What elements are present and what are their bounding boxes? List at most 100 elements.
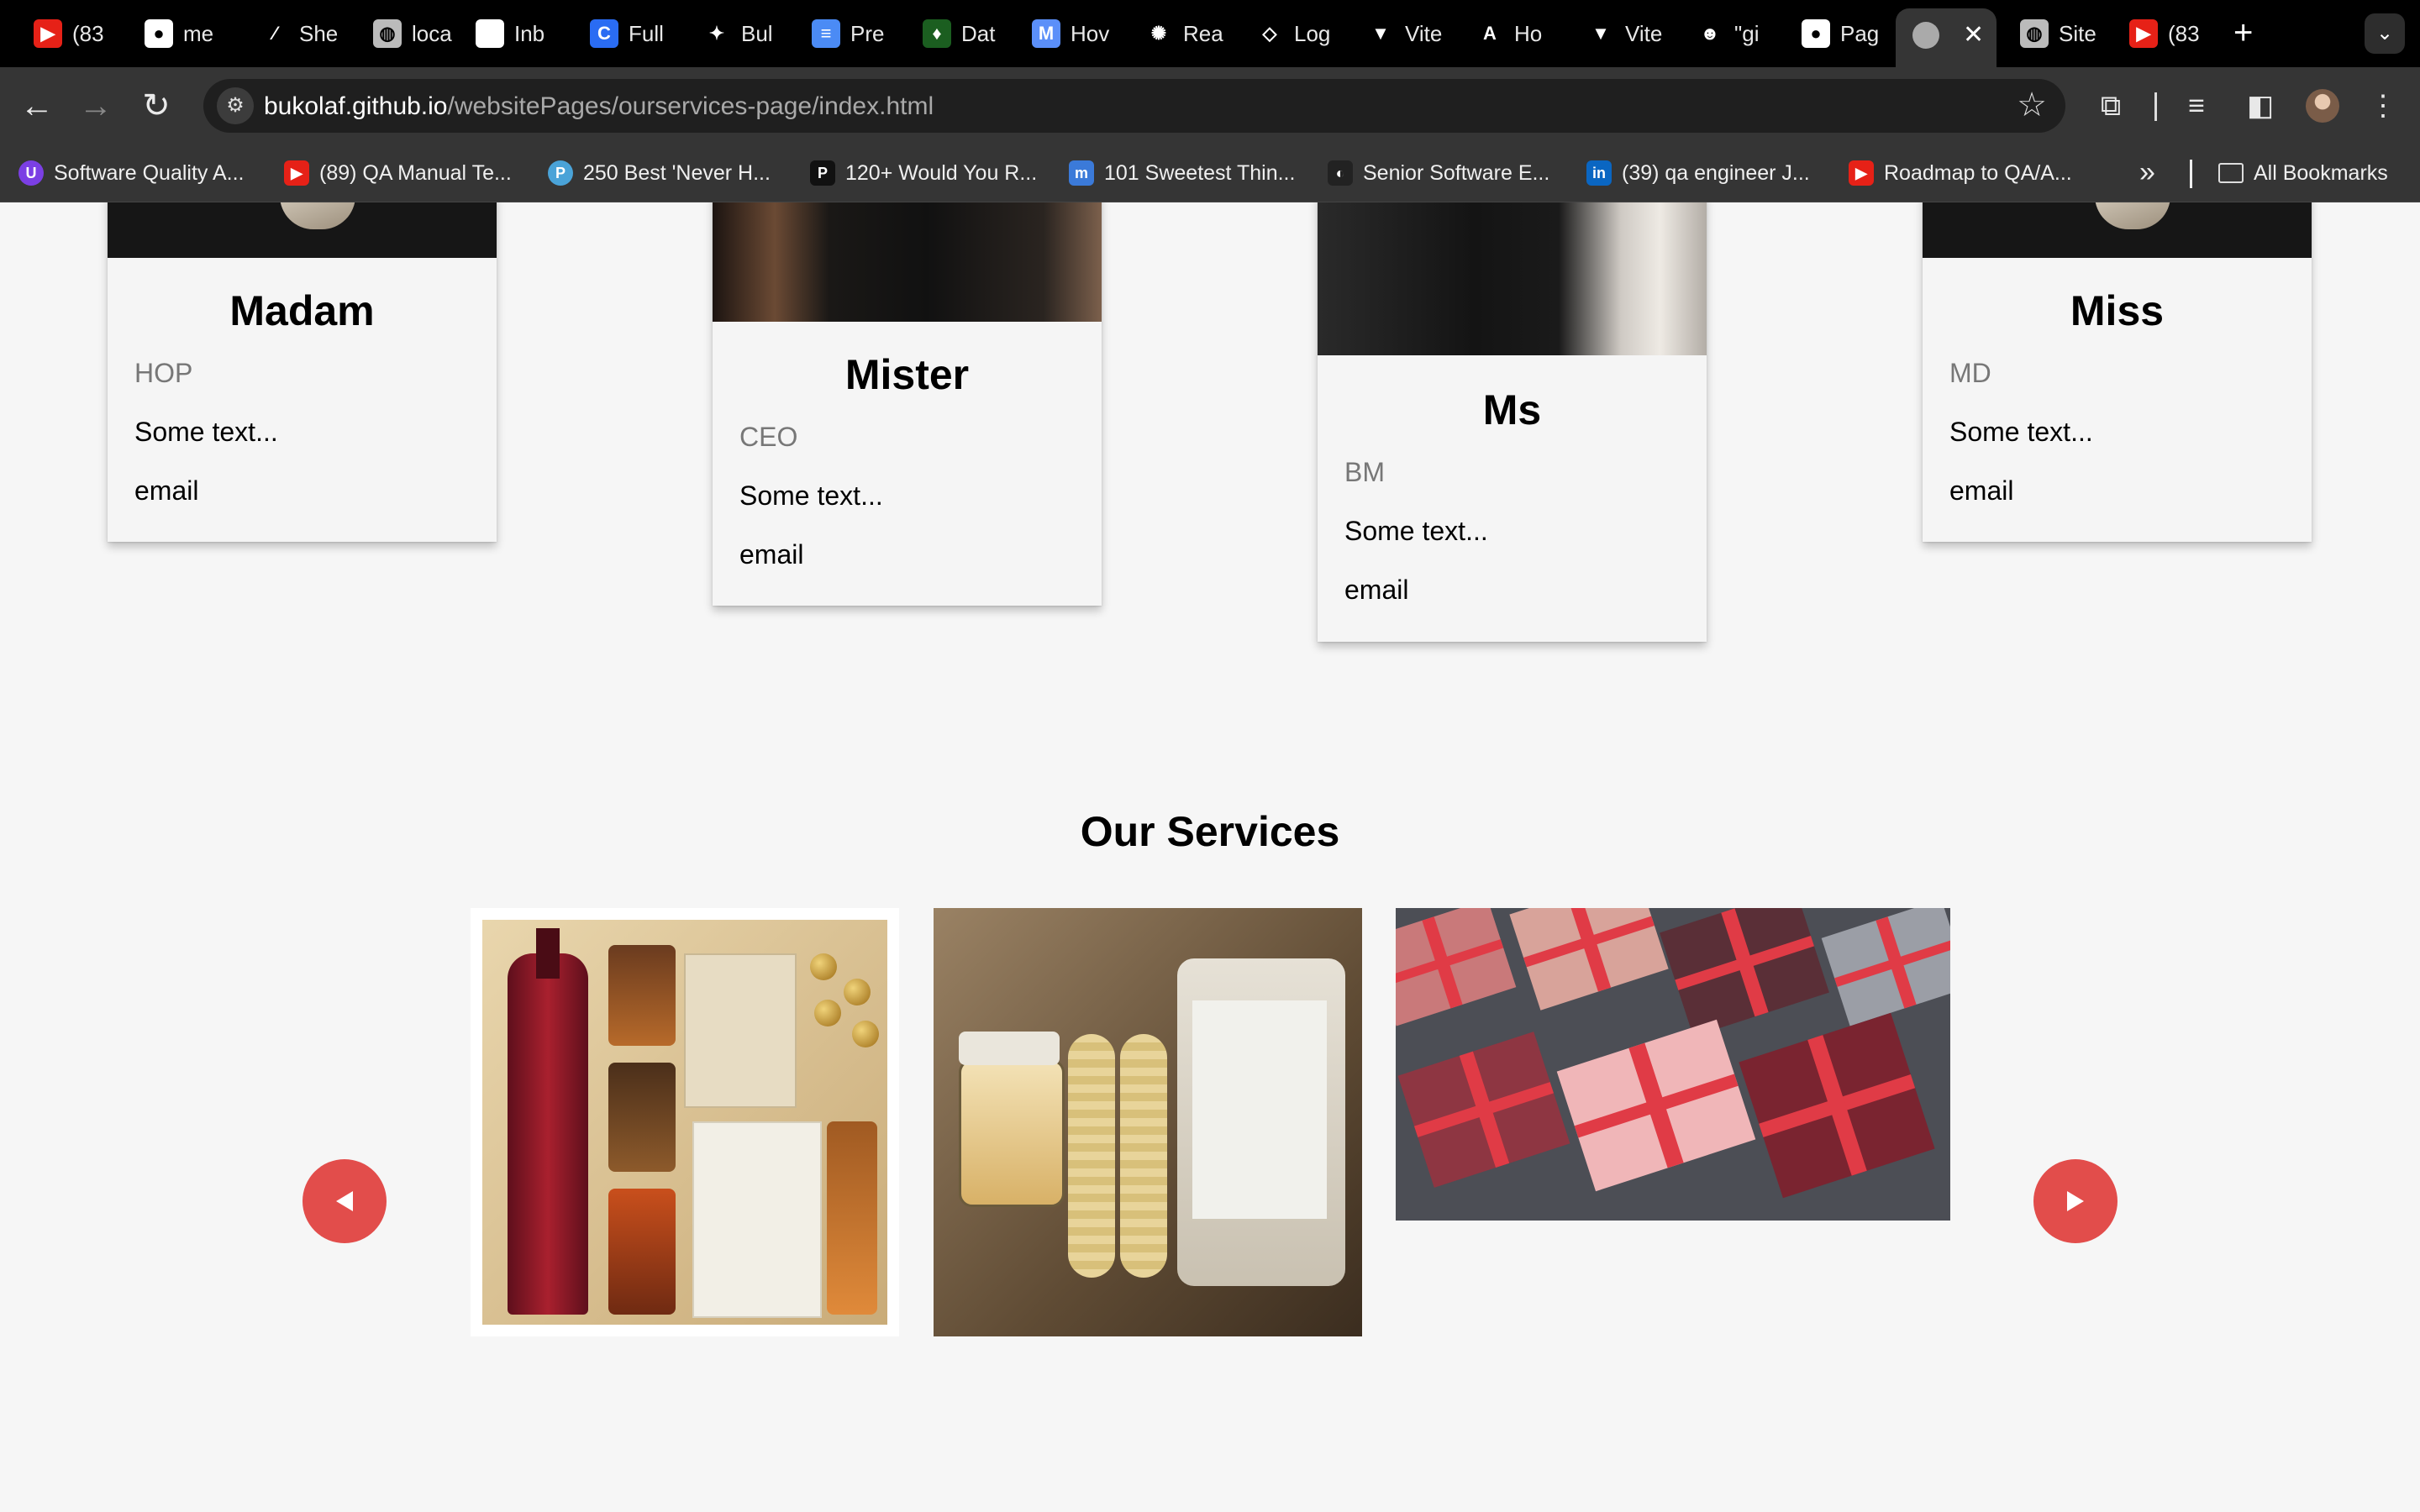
team-text: Some text...: [1949, 417, 2093, 447]
team-photo-hand: [280, 202, 355, 229]
youtube-icon: ▶: [34, 19, 62, 48]
tab[interactable]: ▶ (83: [34, 15, 114, 52]
jar: [608, 945, 676, 1046]
browser-toolbar: ← → ↻ ⚙ bukolaf.github.io/websitePages/o…: [0, 67, 2420, 144]
tab[interactable]: ◍ loca: [373, 15, 454, 52]
tab-search-button[interactable]: ⌄: [2365, 13, 2405, 54]
menu-icon[interactable]: ⋮: [2365, 87, 2402, 124]
gift-box: [1396, 908, 1517, 1026]
bookmark-item[interactable]: m 101 Sweetest Thin...: [1069, 158, 1295, 188]
media-control-icon[interactable]: ≡: [2178, 87, 2215, 124]
gift-box: [1509, 908, 1669, 1011]
team-name: Mister: [844, 351, 970, 398]
p-icon: P: [810, 160, 835, 186]
wine-bottle: [508, 928, 588, 1315]
team-email[interactable]: email: [1344, 575, 1408, 606]
tab[interactable]: ☻ "gi: [1696, 15, 1776, 52]
youtube-icon: ▶: [284, 160, 309, 186]
bookmark-item[interactable]: ▶ (89) QA Manual Te...: [284, 158, 512, 188]
tab[interactable]: ▼ Vite: [1586, 15, 1667, 52]
page-content: Madam HOP Some text... email Mister CEO …: [0, 202, 2420, 1512]
honey-jar: [959, 1032, 1065, 1207]
more-bookmarks-icon[interactable]: »: [2139, 156, 2155, 189]
address-bar[interactable]: ⚙ bukolaf.github.io/websitePages/ourserv…: [203, 79, 2065, 133]
tab-label: (83: [2168, 20, 2200, 46]
bookmark-item[interactable]: P 250 Best 'Never H...: [548, 158, 771, 188]
chocolate: [844, 979, 871, 1005]
tab-label: Ho: [1514, 20, 1543, 46]
tab[interactable]: ✺ Rea: [1144, 15, 1225, 52]
service-slide[interactable]: [1396, 908, 1950, 1221]
team-card: Ms BM Some text... email: [1318, 202, 1707, 642]
tab[interactable]: ▼ Vite: [1366, 15, 1447, 52]
bookmark-item[interactable]: ◐ Senior Software E...: [1328, 158, 1549, 188]
tab-label: Inb: [514, 20, 545, 46]
carousel-prev-button[interactable]: [302, 1159, 387, 1243]
bookmark-star-icon[interactable]: ☆: [2017, 86, 2047, 124]
tab[interactable]: ● me: [145, 15, 225, 52]
gmail-icon: M: [476, 19, 504, 48]
close-tab-icon[interactable]: ✕: [1963, 20, 1984, 50]
tab-label: Vite: [1625, 20, 1663, 46]
side-panel-icon[interactable]: ◧: [2242, 87, 2279, 124]
team-email[interactable]: email: [134, 475, 198, 507]
tab[interactable]: ⁄ She: [260, 15, 341, 52]
team-text: Some text...: [739, 480, 883, 511]
mascot-icon: ☻: [1696, 19, 1724, 48]
service-slide[interactable]: [934, 908, 1362, 1336]
bookmark-item[interactable]: ▶ Roadmap to QA/A...: [1849, 158, 2072, 188]
tab[interactable]: ◍ Site: [2020, 15, 2101, 52]
team-card: Mister CEO Some text... email: [713, 202, 1102, 606]
youtube-icon: ▶: [2129, 19, 2158, 48]
tab[interactable]: ▶ (83: [2129, 15, 2210, 52]
tab[interactable]: ♦ Dat: [923, 15, 1003, 52]
u-icon: U: [18, 160, 44, 186]
globe-icon: [1912, 22, 1939, 49]
shortbread-box: [692, 1121, 822, 1318]
vite-icon: ▼: [1586, 19, 1615, 48]
gift-box: [1821, 908, 1950, 1026]
tab-label: Log: [1294, 20, 1331, 46]
all-bookmarks-label: All Bookmarks: [2254, 160, 2388, 185]
site-info-icon[interactable]: ⚙: [217, 87, 254, 124]
tab[interactable]: ✦ Bul: [702, 15, 783, 52]
all-bookmarks-button[interactable]: All Bookmarks: [2218, 158, 2388, 188]
bookmark-item[interactable]: in (39) qa engineer J...: [1586, 158, 1810, 188]
docs-icon: ≡: [812, 19, 840, 48]
team-email[interactable]: email: [1949, 475, 2013, 507]
url-path: /websitePages/ourservices-page/index.htm…: [447, 92, 934, 120]
tab-active[interactable]: ✕: [1896, 8, 1996, 67]
c-icon: C: [590, 19, 618, 48]
bookmark-item[interactable]: U Software Quality A...: [18, 158, 245, 188]
url-domain: bukolaf.github.io: [264, 92, 448, 120]
tab[interactable]: ≡ Pre: [812, 15, 892, 52]
forward-button[interactable]: →: [74, 84, 118, 128]
tab[interactable]: M Hov: [1032, 15, 1113, 52]
url-text[interactable]: bukolaf.github.io/websitePages/ourservic…: [264, 92, 934, 121]
extensions-icon[interactable]: ⧉: [2092, 87, 2129, 124]
tab[interactable]: ◇ Log: [1255, 15, 1336, 52]
avatar[interactable]: [2306, 89, 2339, 123]
tab[interactable]: C Full: [590, 15, 671, 52]
tab[interactable]: ● Pag: [1802, 15, 1882, 52]
bookmark-label: Software Quality A...: [54, 160, 245, 185]
bookmark-item[interactable]: P 120+ Would You R...: [810, 158, 1037, 188]
seed-bag: [1177, 958, 1345, 1286]
bookmark-label: 120+ Would You R...: [845, 160, 1038, 185]
github-icon: ●: [1802, 19, 1830, 48]
candle: [1120, 1034, 1167, 1278]
team-role: HOP: [134, 358, 193, 388]
triangle-left-icon: [336, 1191, 353, 1211]
team-email[interactable]: email: [739, 539, 803, 570]
tab-label: Full: [629, 20, 664, 46]
tab[interactable]: A Ho: [1476, 15, 1556, 52]
service-slide[interactable]: [471, 908, 899, 1336]
carousel-next-button[interactable]: [2033, 1159, 2118, 1243]
chocolate: [814, 1000, 841, 1026]
team-role: MD: [1949, 358, 1991, 388]
back-button[interactable]: ←: [15, 84, 59, 128]
new-tab-button[interactable]: +: [2233, 12, 2253, 54]
gift-hamper-image: [482, 920, 887, 1325]
reload-button[interactable]: ↻: [134, 84, 178, 128]
tab[interactable]: M Inb: [476, 15, 556, 52]
